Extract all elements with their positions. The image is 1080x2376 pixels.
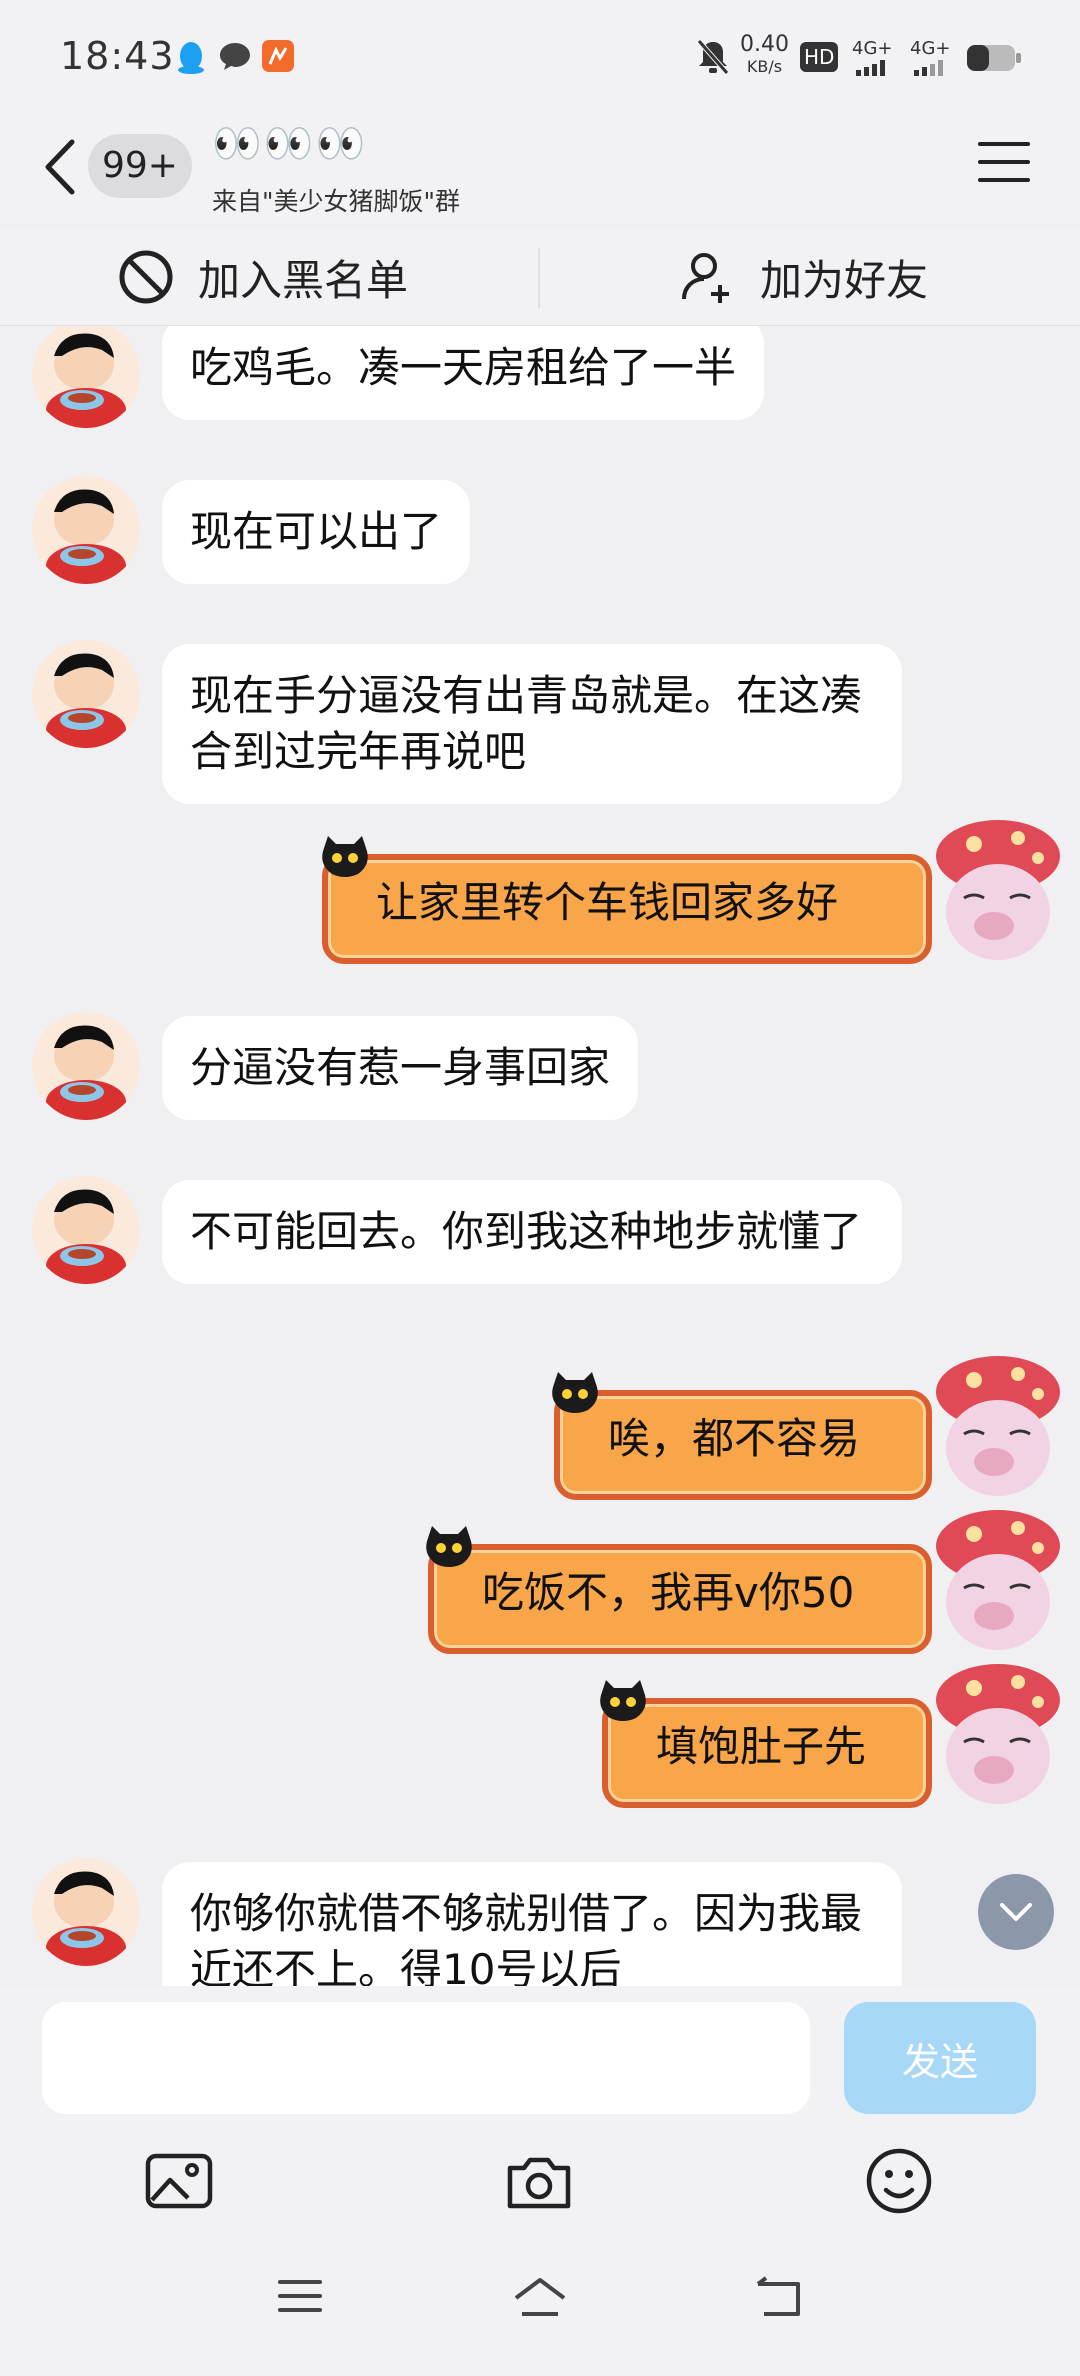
my-avatar[interactable] [934, 1660, 1062, 1810]
message-bubble[interactable]: 你够你就借不够就别借了。因为我最近还不上。得10号以后 [162, 1862, 902, 1986]
my-message-bubble[interactable]: 让家里转个车钱回家多好 [322, 854, 932, 964]
add-friend-button[interactable]: 加为好友 [680, 228, 928, 326]
unread-count-badge[interactable]: 99+ [88, 134, 192, 198]
cat-decoration-icon [426, 1526, 472, 1567]
status-bar: 18:43 0.40 KB/s HD 4G+ 4G+ [0, 0, 1080, 112]
avatar[interactable] [32, 1176, 140, 1284]
message-bubble[interactable]: 吃鸡毛。凑一天房租给了一半 [162, 326, 765, 420]
my-avatar[interactable] [934, 1506, 1062, 1656]
sender-avatar-image [32, 476, 140, 584]
add-friend-label: 加为好友 [760, 255, 929, 305]
add-friend-icon [682, 253, 729, 303]
message-bubble[interactable]: 现在可以出了 [162, 480, 471, 584]
message-bubble[interactable]: 不可能回去。你到我这种地步就懂了 [162, 1180, 902, 1284]
my-message-bubble[interactable]: 填饱肚子先 [602, 1698, 932, 1808]
my-message-bubble[interactable]: 吃饭不，我再v你50 [428, 1544, 932, 1654]
image-icon[interactable] [144, 2146, 214, 2216]
net-speed-unit: KB/s [746, 57, 783, 76]
chat-title: 👀👀👀 [212, 121, 368, 167]
my-avatar[interactable] [934, 816, 1062, 966]
camera-icon[interactable] [504, 2146, 574, 2216]
action-divider [538, 248, 540, 308]
sender-avatar-image [32, 1176, 140, 1284]
hd-badge: HD [800, 42, 839, 72]
message-notification-icon [220, 43, 250, 70]
block-icon [119, 250, 173, 304]
battery-icon [967, 45, 1021, 71]
send-button[interactable]: 发送 [844, 2002, 1036, 2114]
sender-avatar-image [32, 326, 140, 428]
sim1-signal: 4G+ [852, 38, 892, 59]
avatar[interactable] [32, 476, 140, 584]
sender-avatar-image [32, 1858, 140, 1966]
chat-header: 99+ 👀👀👀 来自"美少女猪脚饭"群 [0, 112, 1080, 224]
cat-decoration-icon [552, 1372, 598, 1413]
sender-avatar-image [32, 640, 140, 748]
qq-notification-icon [178, 42, 204, 74]
sim2-signal: 4G+ [910, 38, 950, 59]
net-speed: 0.40 KB/s [740, 34, 789, 78]
recent-apps-icon[interactable] [276, 2276, 324, 2316]
my-avatar[interactable] [934, 1352, 1062, 1502]
scroll-to-bottom-button[interactable] [978, 1874, 1054, 1950]
menu-icon[interactable] [978, 142, 1030, 186]
chevron-down-icon [1000, 1903, 1032, 1921]
chat-subtitle: 来自"美少女猪脚饭"群 [212, 187, 460, 216]
net-speed-value: 0.40 [740, 32, 789, 57]
sim2-signal-icon [914, 60, 943, 76]
cat-decoration-icon [600, 1680, 646, 1721]
emoji-icon[interactable] [864, 2146, 934, 2216]
block-label: 加入黑名单 [198, 255, 409, 305]
sender-avatar-image [32, 1012, 140, 1120]
app-notification-icon [262, 40, 294, 72]
mute-icon [697, 39, 729, 75]
stranger-action-bar: 加入黑名单 加为好友 [0, 228, 1080, 326]
input-area: 发送 [0, 1986, 1080, 2376]
avatar[interactable] [32, 640, 140, 748]
block-button[interactable]: 加入黑名单 [118, 228, 408, 326]
home-icon[interactable] [512, 2276, 568, 2318]
back-nav-icon[interactable] [754, 2276, 802, 2318]
avatar[interactable] [32, 326, 140, 428]
message-list[interactable]: 吃鸡毛。凑一天房租给了一半 现在可以出了 现在手分逼没有出青岛就是。在这凑合到过… [0, 326, 1080, 1986]
cat-decoration-icon [322, 836, 368, 877]
message-input[interactable] [42, 2002, 810, 2114]
avatar[interactable] [32, 1858, 140, 1966]
message-bubble[interactable]: 现在手分逼没有出青岛就是。在这凑合到过完年再说吧 [162, 644, 902, 804]
avatar[interactable] [32, 1012, 140, 1120]
status-time: 18:43 [60, 34, 175, 78]
back-arrow-icon[interactable] [36, 132, 86, 202]
my-message-bubble[interactable]: 唉，都不容易 [554, 1390, 932, 1500]
sim1-label: 4G+ [852, 38, 893, 59]
message-bubble[interactable]: 分逼没有惹一身事回家 [162, 1016, 639, 1120]
sim1-signal-icon [856, 60, 885, 76]
sim2-label: 4G+ [910, 38, 951, 59]
